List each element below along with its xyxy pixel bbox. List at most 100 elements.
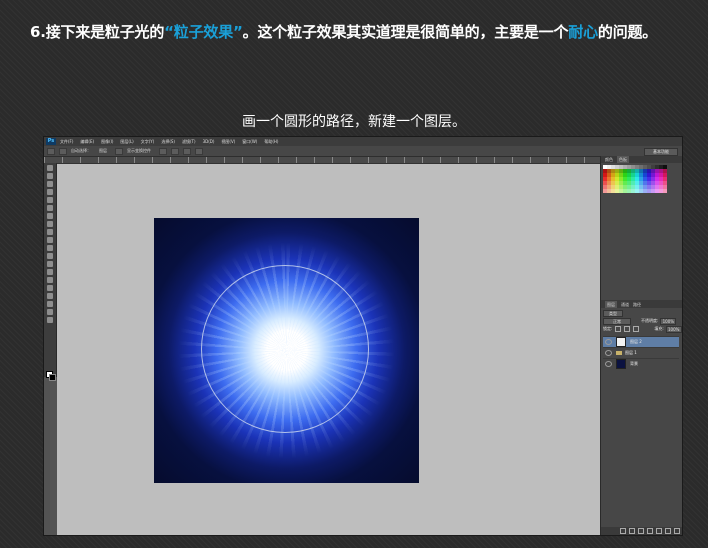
- heading-highlight-patience: 耐心: [568, 23, 598, 41]
- type-tool[interactable]: [47, 285, 53, 291]
- healing-tool[interactable]: [47, 213, 53, 219]
- tab-channels[interactable]: 通道: [621, 301, 629, 308]
- layer-row-background[interactable]: 背景: [603, 358, 679, 369]
- background-color[interactable]: [49, 374, 56, 381]
- move-tool[interactable]: [47, 165, 53, 171]
- heading-suffix: 的问题。: [597, 23, 658, 41]
- align-middle-icon[interactable]: [171, 147, 179, 155]
- layer-row-layer1[interactable]: 图层 1: [603, 347, 679, 358]
- tools-panel: [44, 163, 57, 381]
- opacity-field[interactable]: 100%: [660, 317, 677, 325]
- layer-name: 背景: [630, 361, 638, 366]
- pen-tool[interactable]: [47, 277, 53, 283]
- color-panel-tabs: 颜色 色板: [601, 156, 682, 163]
- auto-select-label: 自动选择：: [71, 148, 91, 153]
- zoom-tool[interactable]: [47, 317, 53, 323]
- eyedropper-tool[interactable]: [47, 205, 53, 211]
- crop-tool[interactable]: [47, 197, 53, 203]
- move-tool-icon[interactable]: [47, 147, 55, 155]
- tab-layers[interactable]: 图层: [605, 300, 617, 308]
- show-transform-checkbox[interactable]: [115, 147, 123, 155]
- lock-position-icon[interactable]: [624, 326, 631, 332]
- layer-style-icon[interactable]: [629, 528, 635, 534]
- tab-color[interactable]: 颜色: [605, 156, 613, 163]
- step-heading: 6.接下来是粒子光的“粒子效果”。这个粒子效果其实道理是很简单的，主要是一个耐心…: [30, 21, 700, 42]
- layers-panel-tabs: 图层 通道 路径: [601, 300, 682, 308]
- menu-filter[interactable]: 滤镜(T): [182, 139, 196, 145]
- lock-label: 锁定:: [603, 326, 613, 331]
- menu-select[interactable]: 选择(S): [161, 139, 175, 145]
- lock-row: 锁定: 填充: 100%: [603, 325, 682, 333]
- lasso-tool[interactable]: [47, 181, 53, 187]
- layer-filter-row: 类型: [603, 309, 623, 317]
- screenshot-caption: 画一个圆形的路径，新建一个图层。: [242, 114, 466, 130]
- document-canvas[interactable]: [154, 218, 419, 483]
- layer-row-layer2[interactable]: 图层 2: [603, 336, 679, 347]
- blend-mode-select[interactable]: 正常: [603, 317, 631, 325]
- visibility-eye-icon[interactable]: [605, 361, 612, 367]
- auto-select-target[interactable]: 图层: [99, 148, 107, 154]
- menu-view[interactable]: 视图(V): [221, 139, 235, 145]
- menu-3d[interactable]: 3D(D): [203, 139, 215, 144]
- menu-type[interactable]: 文字(Y): [141, 139, 155, 145]
- folder-icon: [616, 351, 622, 355]
- layer-name: 图层 2: [630, 339, 642, 344]
- tab-paths[interactable]: 路径: [633, 301, 641, 308]
- adjustment-layer-icon[interactable]: [647, 528, 653, 534]
- document-workspace: [57, 164, 600, 535]
- opacity-label: 不透明度:: [641, 318, 659, 323]
- align-top-icon[interactable]: [159, 147, 167, 155]
- right-panels: 颜色 色板 图层 通道 路径 类型 正常 不透明度: 100% 锁定: 填充: …: [600, 156, 682, 535]
- shape-tool[interactable]: [47, 301, 53, 307]
- menu-edit[interactable]: 编辑(E): [80, 139, 94, 145]
- marquee-tool[interactable]: [47, 173, 53, 179]
- blend-row: 正常 不透明度: 100%: [603, 317, 677, 325]
- menu-file[interactable]: 文件(F): [60, 139, 73, 145]
- heading-prefix: 6.接下来是粒子光的: [30, 23, 165, 41]
- layer-name: 图层 1: [625, 350, 637, 355]
- menu-layer[interactable]: 图层(L): [120, 139, 133, 145]
- menu-image[interactable]: 图像(I): [101, 139, 113, 145]
- lock-pixels-icon[interactable]: [615, 326, 622, 332]
- delete-layer-icon[interactable]: [674, 528, 680, 534]
- horizontal-ruler: [44, 157, 600, 164]
- visibility-eye-icon[interactable]: [605, 339, 612, 345]
- menu-window[interactable]: 窗口(W): [242, 139, 257, 145]
- swatches-grid[interactable]: [603, 165, 675, 193]
- path-select-tool[interactable]: [47, 293, 53, 299]
- quick-select-tool[interactable]: [47, 189, 53, 195]
- heading-middle: 。这个粒子效果其实道理是很简单的，主要是一个: [242, 23, 569, 41]
- tab-swatches[interactable]: 色板: [617, 156, 629, 163]
- add-mask-icon[interactable]: [638, 528, 644, 534]
- new-layer-icon[interactable]: [665, 528, 671, 534]
- eraser-tool[interactable]: [47, 245, 53, 251]
- layers-footer: [601, 527, 682, 535]
- layer-thumbnail: [616, 337, 626, 347]
- hand-tool[interactable]: [47, 309, 53, 315]
- menu-help[interactable]: 帮助(H): [264, 139, 278, 145]
- brush-tool[interactable]: [47, 221, 53, 227]
- show-transform-label: 显示变换控件: [127, 148, 151, 153]
- auto-select-checkbox[interactable]: [59, 147, 67, 155]
- workspace-select[interactable]: 基本功能: [644, 148, 678, 156]
- layer-kind-filter[interactable]: 类型: [603, 309, 623, 317]
- lock-all-icon[interactable]: [633, 326, 640, 332]
- circle-path: [201, 265, 369, 433]
- visibility-eye-icon[interactable]: [605, 350, 612, 356]
- stamp-tool[interactable]: [47, 229, 53, 235]
- gradient-tool[interactable]: [47, 253, 53, 259]
- blur-tool[interactable]: [47, 261, 53, 267]
- photoshop-window: Ps 文件(F) 编辑(E) 图像(I) 图层(L) 文字(Y) 选择(S) 滤…: [43, 136, 683, 536]
- menu-bar: Ps 文件(F) 编辑(E) 图像(I) 图层(L) 文字(Y) 选择(S) 滤…: [44, 137, 682, 146]
- heading-highlight-particle: “粒子效果”: [164, 23, 243, 41]
- align-bottom-icon[interactable]: [183, 147, 191, 155]
- swatch-cell[interactable]: [663, 189, 667, 193]
- new-group-icon[interactable]: [656, 528, 662, 534]
- fill-label: 填充:: [654, 326, 664, 331]
- dodge-tool[interactable]: [47, 269, 53, 275]
- history-brush-tool[interactable]: [47, 237, 53, 243]
- layer-thumbnail: [616, 359, 626, 369]
- fill-field[interactable]: 100%: [665, 325, 682, 333]
- distribute-icon[interactable]: [195, 147, 203, 155]
- link-layers-icon[interactable]: [620, 528, 626, 534]
